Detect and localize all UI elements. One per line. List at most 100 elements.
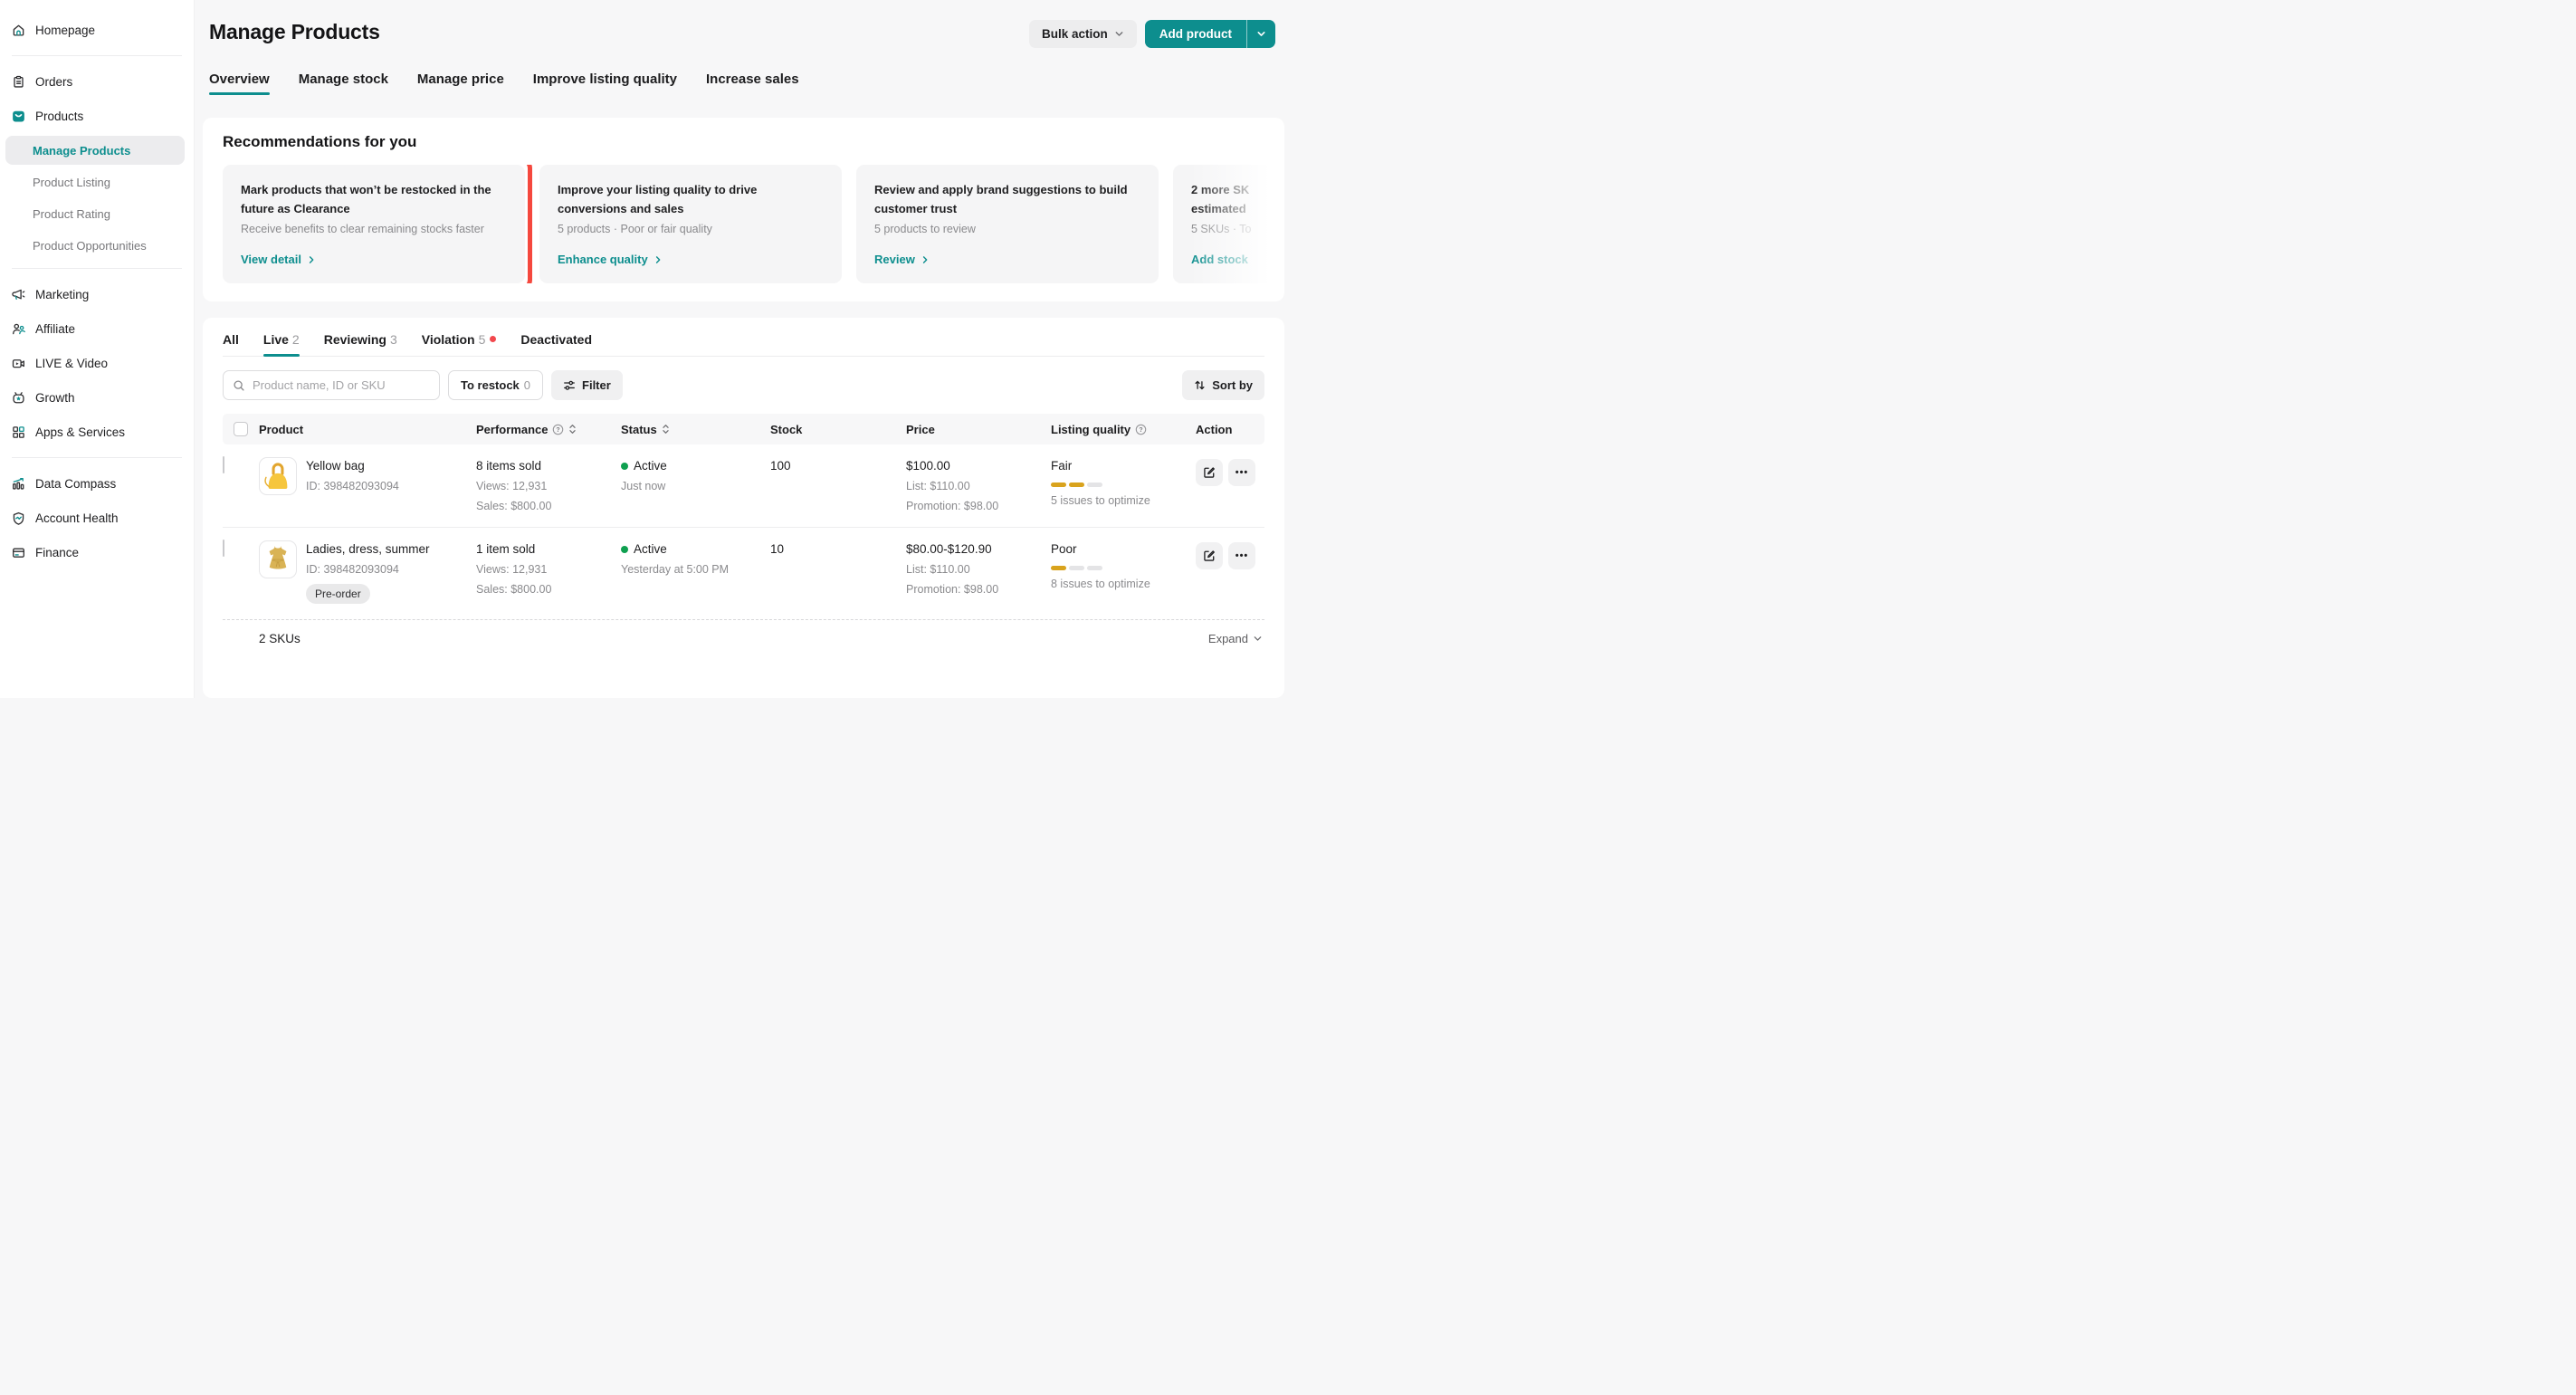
- card-title: Review and apply brand suggestions to bu…: [874, 180, 1137, 218]
- tab-reviewing[interactable]: Reviewing3: [324, 332, 397, 356]
- more-actions-button[interactable]: •••: [1228, 542, 1255, 569]
- sort-by-button[interactable]: Sort by: [1182, 370, 1264, 400]
- view-detail-link[interactable]: View detail: [241, 253, 507, 266]
- bag-icon: [12, 110, 25, 123]
- sidebar-item-product-listing[interactable]: Product Listing: [5, 167, 185, 196]
- tab-increase-sales[interactable]: Increase sales: [706, 72, 799, 95]
- chevron-down-icon: [1256, 29, 1266, 39]
- to-restock-button[interactable]: To restock 0: [448, 370, 543, 400]
- tab-label: All: [223, 332, 239, 347]
- product-id: ID: 398482093094: [306, 563, 430, 576]
- chevron-right-icon: [307, 255, 316, 264]
- product-name[interactable]: Yellow bag: [306, 459, 399, 473]
- sidebar-item-orders[interactable]: Orders: [0, 64, 194, 99]
- expand-button[interactable]: Expand: [1208, 632, 1263, 645]
- sidebar-item-manage-products[interactable]: Manage Products: [5, 136, 185, 165]
- bar-chart-icon: [12, 477, 25, 491]
- column-listing-quality[interactable]: Listing quality ?: [1051, 423, 1196, 436]
- sidebar-item-products[interactable]: Products: [0, 99, 194, 133]
- recommendation-card-clearance[interactable]: Mark products that won’t be restocked in…: [223, 165, 525, 283]
- sidebar-item-product-rating[interactable]: Product Rating: [5, 199, 185, 228]
- sidebar-item-finance[interactable]: Finance: [0, 535, 194, 569]
- filter-button[interactable]: Filter: [551, 370, 623, 400]
- sidebar-item-homepage[interactable]: Homepage: [0, 13, 194, 47]
- bulk-action-button[interactable]: Bulk action: [1029, 20, 1137, 48]
- tab-manage-price[interactable]: Manage price: [417, 72, 504, 95]
- sidebar-subitem-label: Product Listing: [33, 176, 110, 189]
- search-input[interactable]: [253, 378, 430, 392]
- page-title: Manage Products: [209, 20, 380, 44]
- people-icon: [12, 322, 25, 336]
- sidebar-item-marketing[interactable]: Marketing: [0, 277, 194, 311]
- views: Views: 12,931: [476, 563, 621, 576]
- row-checkbox[interactable]: [223, 540, 224, 557]
- column-stock: Stock: [770, 423, 906, 436]
- product-name[interactable]: Ladies, dress, summer: [306, 542, 430, 556]
- tab-manage-stock[interactable]: Manage stock: [299, 72, 388, 95]
- tab-all[interactable]: All: [223, 332, 239, 356]
- link-label: Add stock: [1191, 253, 1248, 266]
- main-content: Manage Products Bulk action Add product …: [195, 0, 1288, 698]
- sidebar-item-apps-services[interactable]: Apps & Services: [0, 415, 194, 449]
- recommendation-card-partial[interactable]: 2 more SK estimated 5 SKUs · To Add stoc…: [1173, 165, 1284, 283]
- column-performance[interactable]: Performance ?: [476, 423, 621, 436]
- sidebar-item-label: Apps & Services: [35, 425, 125, 439]
- sidebar-item-affiliate[interactable]: Affiliate: [0, 311, 194, 346]
- sort-arrows-icon: [1194, 379, 1206, 391]
- table-header: Product Performance ? Status Stock Price…: [223, 414, 1264, 444]
- svg-text:?: ?: [557, 426, 560, 433]
- card-subtitle: 5 products · Poor or fair quality: [558, 223, 824, 235]
- sidebar-item-growth[interactable]: Growth: [0, 380, 194, 415]
- recommendations-panel: Recommendations for you Mark products th…: [203, 118, 1284, 301]
- bulk-action-label: Bulk action: [1042, 27, 1108, 41]
- edit-button[interactable]: [1196, 459, 1223, 486]
- tab-deactivated[interactable]: Deactivated: [520, 332, 592, 356]
- row-checkbox[interactable]: [223, 456, 224, 473]
- tv-star-icon: [12, 391, 25, 405]
- filter-icon: [563, 379, 576, 392]
- link-label: Review: [874, 253, 915, 266]
- recommendation-cards: Mark products that won’t be restocked in…: [223, 165, 1284, 283]
- sidebar-item-live-video[interactable]: LIVE & Video: [0, 346, 194, 380]
- tab-improve-listing-quality[interactable]: Improve listing quality: [533, 72, 677, 95]
- sku-footer: 2 SKUs Expand: [223, 619, 1264, 657]
- add-product-button[interactable]: Add product: [1145, 20, 1246, 48]
- recommendation-card-listing-quality[interactable]: Improve your listing quality to drive co…: [539, 165, 842, 283]
- sidebar-item-product-opportunities[interactable]: Product Opportunities: [5, 231, 185, 260]
- recommendation-card-brand-suggestions[interactable]: Review and apply brand suggestions to bu…: [856, 165, 1159, 283]
- sidebar-item-label: Homepage: [35, 24, 95, 37]
- list-price: List: $110.00: [906, 563, 1051, 576]
- tab-violation[interactable]: Violation5: [422, 332, 497, 356]
- product-image-yellow-bag[interactable]: [259, 457, 297, 495]
- table-toolbar: To restock 0 Filter Sort by: [223, 370, 1264, 400]
- quality-label: Poor: [1051, 542, 1196, 556]
- tab-live[interactable]: Live2: [263, 332, 300, 356]
- sidebar-item-data-compass[interactable]: Data Compass: [0, 466, 194, 501]
- sort-caret-icon[interactable]: [568, 424, 577, 435]
- sidebar-divider: [12, 268, 182, 269]
- add-stock-link[interactable]: Add stock: [1191, 253, 1284, 266]
- help-icon[interactable]: ?: [552, 424, 564, 435]
- add-product-split-button: Add product: [1145, 20, 1275, 48]
- tab-count: 2: [292, 332, 300, 347]
- enhance-quality-link[interactable]: Enhance quality: [558, 253, 824, 266]
- select-all-checkbox[interactable]: [234, 422, 248, 436]
- column-status[interactable]: Status: [621, 423, 770, 436]
- product-id: ID: 398482093094: [306, 480, 399, 492]
- sort-caret-icon[interactable]: [662, 424, 670, 435]
- add-product-dropdown-button[interactable]: [1246, 20, 1275, 48]
- edit-button[interactable]: [1196, 542, 1223, 569]
- card-subtitle: Receive benefits to clear remaining stoc…: [241, 223, 507, 235]
- more-actions-button[interactable]: •••: [1228, 459, 1255, 486]
- quality-bar: [1051, 483, 1196, 487]
- to-restock-label: To restock: [461, 378, 520, 392]
- tab-overview[interactable]: Overview: [209, 72, 270, 95]
- help-icon[interactable]: ?: [1135, 424, 1147, 435]
- svg-text:?: ?: [1140, 426, 1143, 433]
- review-link[interactable]: Review: [874, 253, 1140, 266]
- tab-label: Deactivated: [520, 332, 592, 347]
- product-image-summer-dress[interactable]: [259, 540, 297, 578]
- sidebar-item-account-health[interactable]: Account Health: [0, 501, 194, 535]
- filter-label: Filter: [582, 378, 611, 392]
- quality-issues: 8 issues to optimize: [1051, 578, 1196, 590]
